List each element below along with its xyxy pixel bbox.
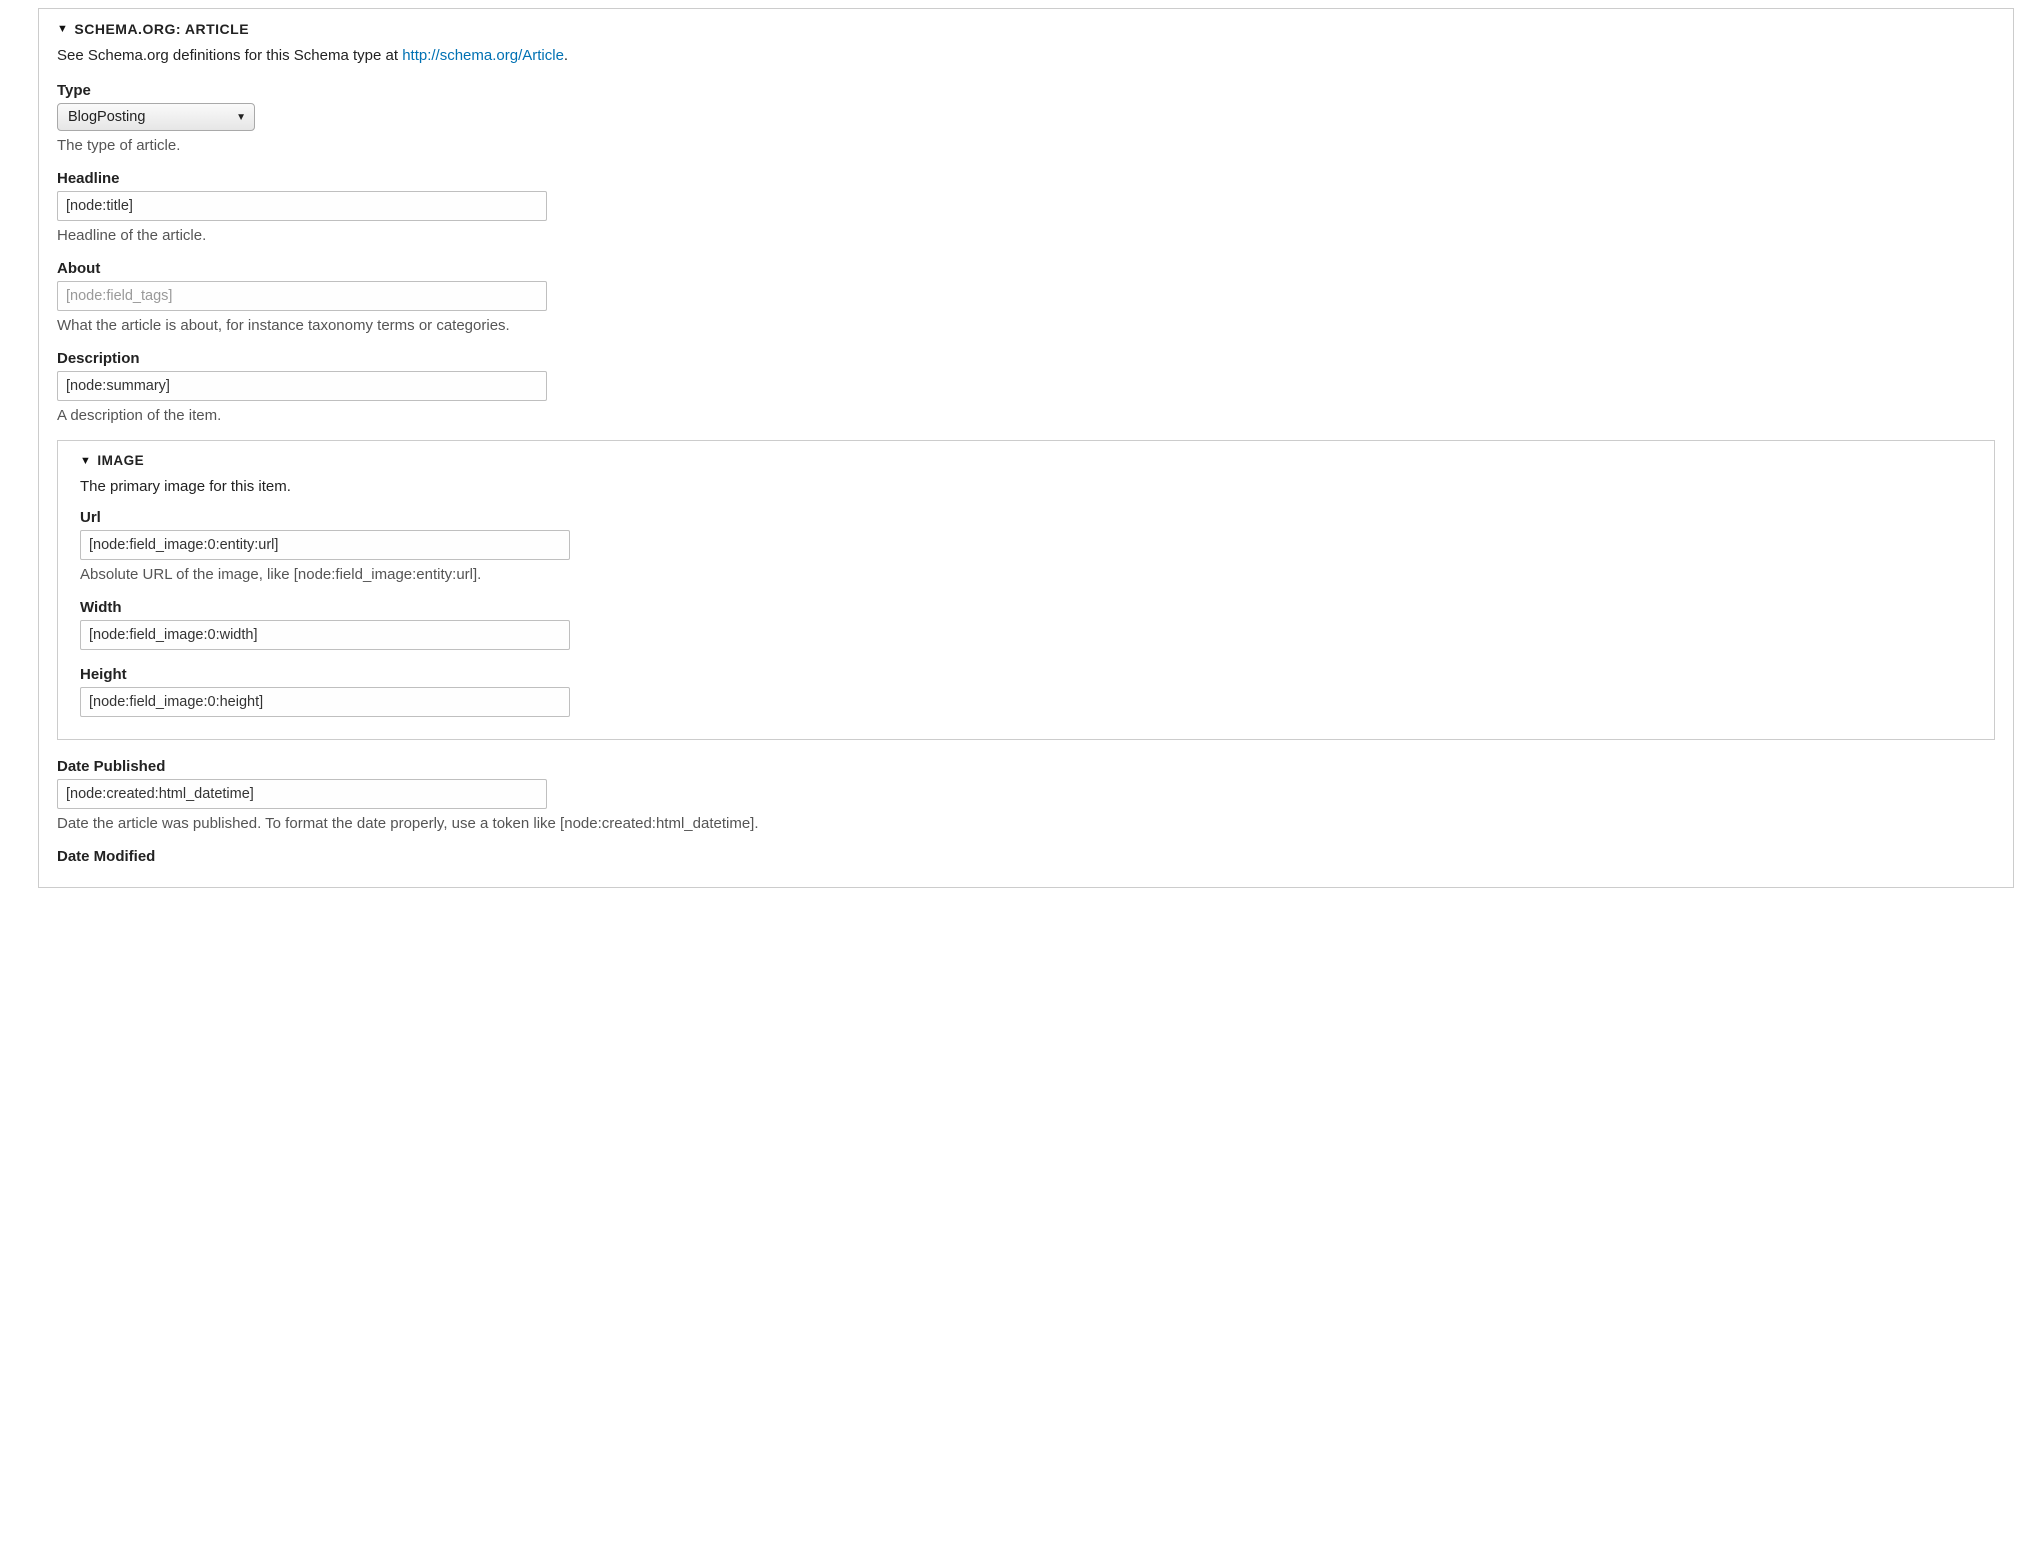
image-legend-text: Image	[97, 453, 144, 468]
headline-input[interactable]	[57, 191, 547, 221]
type-description: The type of article.	[57, 137, 1995, 154]
article-fieldset: ▼ Schema.org: Article See Schema.org def…	[38, 8, 2014, 888]
about-field: About What the article is about, for ins…	[57, 260, 1995, 334]
caret-down-icon: ▼	[80, 455, 91, 467]
date-modified-field: Date Modified	[57, 848, 1995, 865]
image-width-field: Width	[80, 599, 1972, 650]
article-schema-link[interactable]: http://schema.org/Article	[402, 47, 564, 64]
about-label: About	[57, 260, 1995, 277]
type-select[interactable]: BlogPosting ▼	[57, 103, 255, 131]
image-fieldset-toggle[interactable]: ▼ Image	[80, 453, 1972, 468]
image-intro: The primary image for this item.	[80, 478, 1972, 495]
article-intro-suffix: .	[564, 47, 568, 64]
article-fieldset-toggle[interactable]: ▼ Schema.org: Article	[57, 21, 1995, 37]
image-height-field: Height	[80, 666, 1972, 717]
headline-description: Headline of the article.	[57, 227, 1995, 244]
description-label: Description	[57, 350, 1995, 367]
article-intro-prefix: See Schema.org definitions for this Sche…	[57, 47, 402, 64]
type-select-value: BlogPosting	[68, 109, 228, 125]
image-url-description: Absolute URL of the image, like [node:fi…	[80, 566, 1972, 583]
date-published-label: Date Published	[57, 758, 1995, 775]
about-description: What the article is about, for instance …	[57, 317, 1995, 334]
article-legend-text: Schema.org: Article	[74, 21, 249, 37]
image-fieldset: ▼ Image The primary image for this item.…	[57, 440, 1995, 740]
headline-label: Headline	[57, 170, 1995, 187]
date-published-description: Date the article was published. To forma…	[57, 815, 1995, 832]
description-input[interactable]	[57, 371, 547, 401]
about-input[interactable]	[57, 281, 547, 311]
caret-down-icon: ▼	[236, 112, 246, 123]
description-field: Description A description of the item.	[57, 350, 1995, 424]
article-intro: See Schema.org definitions for this Sche…	[57, 47, 1995, 64]
headline-field: Headline Headline of the article.	[57, 170, 1995, 244]
image-width-input[interactable]	[80, 620, 570, 650]
date-published-field: Date Published Date the article was publ…	[57, 758, 1995, 832]
description-description: A description of the item.	[57, 407, 1995, 424]
image-width-label: Width	[80, 599, 1972, 616]
image-url-input[interactable]	[80, 530, 570, 560]
image-height-input[interactable]	[80, 687, 570, 717]
date-modified-label: Date Modified	[57, 848, 1995, 865]
image-url-label: Url	[80, 509, 1972, 526]
image-url-field: Url Absolute URL of the image, like [nod…	[80, 509, 1972, 583]
image-height-label: Height	[80, 666, 1972, 683]
type-label: Type	[57, 82, 1995, 99]
caret-down-icon: ▼	[57, 23, 68, 35]
date-published-input[interactable]	[57, 779, 547, 809]
type-field: Type BlogPosting ▼ The type of article.	[57, 82, 1995, 154]
